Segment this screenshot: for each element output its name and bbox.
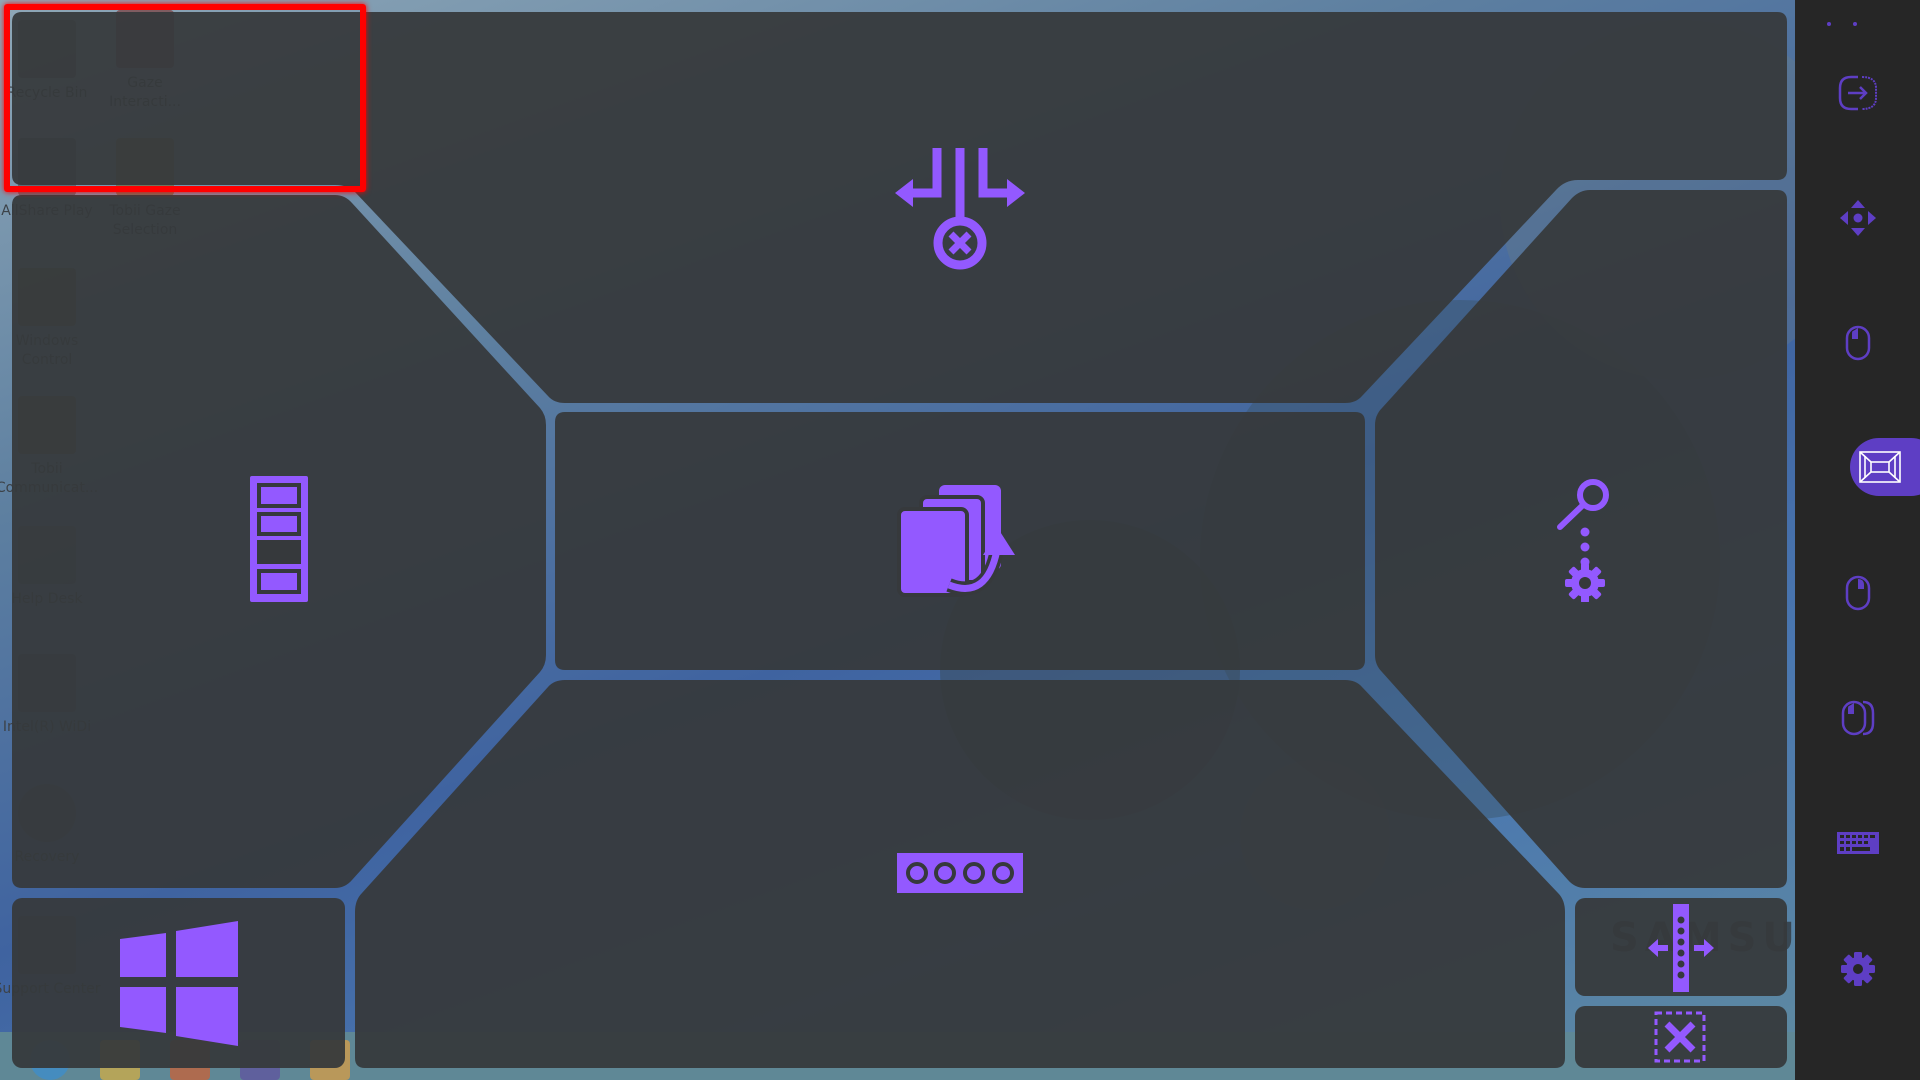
move-arrows-icon xyxy=(1839,200,1876,236)
sidebar-settings[interactable] xyxy=(1795,934,1920,1004)
gaze-frame-icon xyxy=(1858,451,1901,483)
drag-handle-dots[interactable] xyxy=(1825,20,1861,28)
close-dashed-icon xyxy=(1654,1011,1706,1063)
highlight-selection-box xyxy=(4,4,366,192)
gaze-sidebar xyxy=(1795,0,1920,1080)
sidebar-pan[interactable] xyxy=(1795,183,1920,253)
sidebar-keyboard[interactable] xyxy=(1795,808,1920,878)
sidebar-left-click[interactable] xyxy=(1795,308,1920,378)
sidebar-double-click[interactable] xyxy=(1795,683,1920,753)
sidebar-exit[interactable] xyxy=(1795,58,1920,128)
sidebar-right-click[interactable] xyxy=(1795,558,1920,628)
windows-logo-icon xyxy=(120,921,238,1046)
stacked-windows-switch-icon xyxy=(897,485,1015,597)
mouse-left-click-icon xyxy=(1845,325,1870,361)
key-row-icon xyxy=(897,853,1023,893)
exit-arrow-icon xyxy=(1838,75,1877,111)
vertical-scroll-list-icon xyxy=(250,476,308,602)
magnifier-settings-icon xyxy=(1557,479,1609,602)
mouse-double-click-icon xyxy=(1841,700,1874,736)
resize-divider-icon xyxy=(1648,904,1714,992)
mouse-right-click-icon xyxy=(1845,575,1870,611)
gear-icon xyxy=(1840,952,1875,986)
keyboard-icon xyxy=(1836,832,1879,854)
sidebar-windows-control[interactable] xyxy=(1795,432,1920,502)
split-arrows-close-icon xyxy=(895,148,1025,270)
